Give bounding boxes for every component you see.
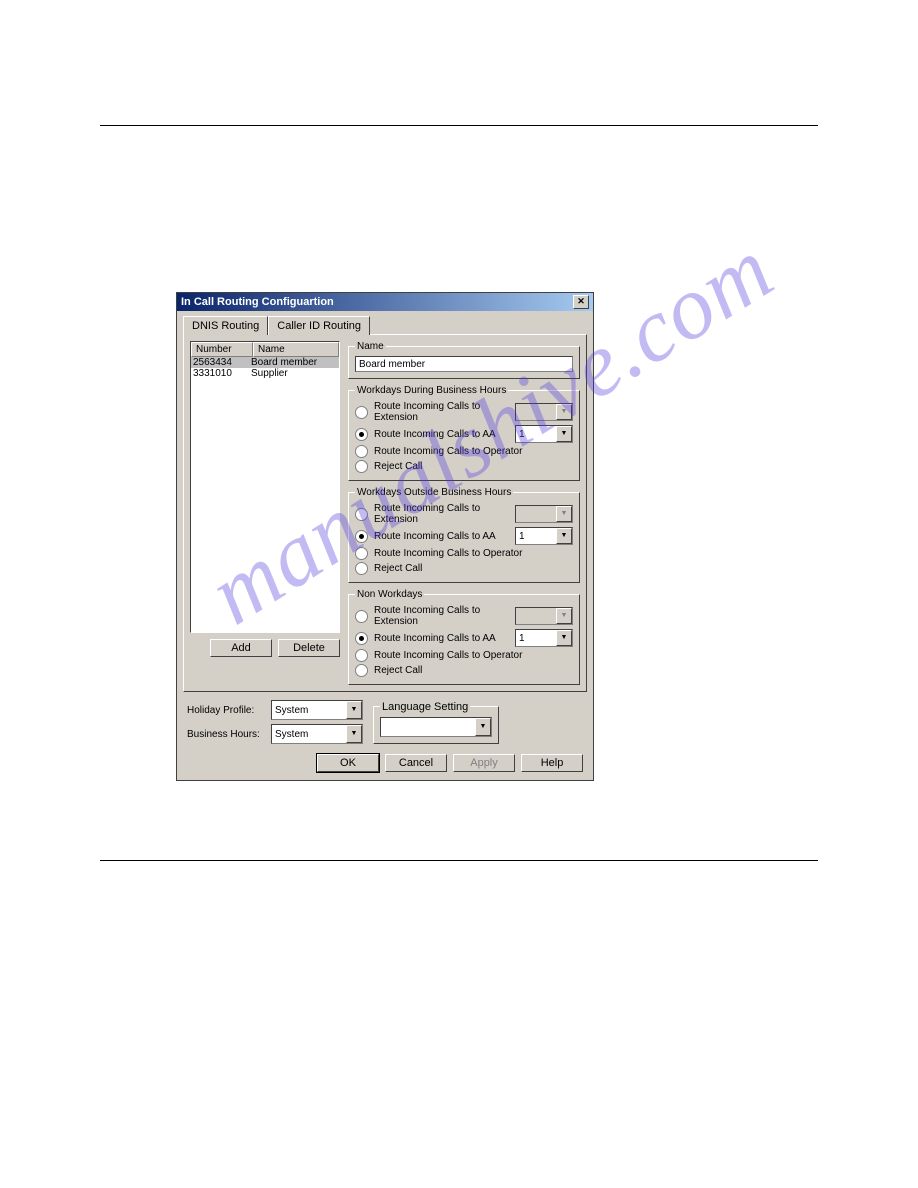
radio-ext-label: Route Incoming Calls to Extension [374, 401, 509, 423]
add-button[interactable]: Add [210, 639, 272, 657]
business-hours-label: Business Hours: [187, 729, 267, 740]
tab-strip: DNIS Routing Caller ID Routing [183, 315, 587, 334]
group-non-workdays: Non Workdays Route Incoming Calls to Ext… [348, 589, 580, 685]
ext-combo[interactable]: ▼ [515, 607, 573, 625]
chevron-down-icon: ▼ [346, 725, 362, 743]
ext-combo[interactable]: ▼ [515, 505, 573, 523]
ext-combo[interactable]: ▼ [515, 403, 573, 421]
tab-caller-id-routing[interactable]: Caller ID Routing [268, 316, 370, 335]
radio-ext[interactable] [355, 406, 368, 419]
group-legend: Workdays Outside Business Hours [355, 487, 513, 498]
name-input[interactable] [355, 356, 573, 372]
chevron-down-icon: ▼ [556, 630, 572, 646]
cancel-button[interactable]: Cancel [385, 754, 447, 772]
aa-combo[interactable]: 1▼ [515, 527, 573, 545]
chevron-down-icon: ▼ [556, 404, 572, 420]
group-language-setting: Language Setting ▼ [373, 701, 499, 744]
radio-reject[interactable] [355, 562, 368, 575]
caller-list[interactable]: Number Name 2563434 Board member 3331010… [190, 341, 340, 633]
radio-ext[interactable] [355, 508, 368, 521]
list-item[interactable]: 2563434 Board member [191, 357, 339, 368]
cell-name: Supplier [251, 368, 337, 379]
business-hours-combo[interactable]: System▼ [271, 724, 363, 744]
group-legend: Non Workdays [355, 589, 424, 600]
list-item[interactable]: 3331010 Supplier [191, 368, 339, 379]
radio-reject[interactable] [355, 460, 368, 473]
radio-reject[interactable] [355, 664, 368, 677]
radio-aa[interactable] [355, 428, 368, 441]
ok-button[interactable]: OK [317, 754, 379, 772]
close-icon[interactable]: ✕ [573, 295, 589, 309]
holiday-profile-combo[interactable]: System▼ [271, 700, 363, 720]
radio-operator-label: Route Incoming Calls to Operator [374, 446, 573, 457]
radio-operator[interactable] [355, 547, 368, 560]
help-button[interactable]: Help [521, 754, 583, 772]
cell-number: 2563434 [193, 357, 251, 368]
page-rule-top [100, 125, 818, 126]
chevron-down-icon: ▼ [346, 701, 362, 719]
radio-aa[interactable] [355, 530, 368, 543]
tab-dnis-routing[interactable]: DNIS Routing [183, 316, 268, 335]
radio-reject-label: Reject Call [374, 461, 573, 472]
radio-ext[interactable] [355, 610, 368, 623]
radio-aa[interactable] [355, 632, 368, 645]
aa-combo[interactable]: 1▼ [515, 629, 573, 647]
chevron-down-icon: ▼ [556, 608, 572, 624]
radio-operator[interactable] [355, 445, 368, 458]
dialog-in-call-routing: In Call Routing Configuartion ✕ DNIS Rou… [176, 292, 594, 781]
language-legend: Language Setting [380, 701, 470, 713]
radio-aa-label: Route Incoming Calls to AA [374, 429, 509, 440]
group-legend: Workdays During Business Hours [355, 385, 508, 396]
cell-number: 3331010 [193, 368, 251, 379]
radio-operator[interactable] [355, 649, 368, 662]
apply-button[interactable]: Apply [453, 754, 515, 772]
col-header-name[interactable]: Name [253, 342, 339, 357]
aa-combo[interactable]: 1▼ [515, 425, 573, 443]
dialog-title: In Call Routing Configuartion [181, 296, 334, 308]
cell-name: Board member [251, 357, 337, 368]
chevron-down-icon: ▼ [556, 528, 572, 544]
tab-panel: Number Name 2563434 Board member 3331010… [183, 334, 587, 692]
chevron-down-icon: ▼ [556, 426, 572, 442]
group-workdays-business: Workdays During Business Hours Route Inc… [348, 385, 580, 481]
chevron-down-icon: ▼ [556, 506, 572, 522]
col-header-number[interactable]: Number [191, 342, 253, 357]
chevron-down-icon: ▼ [475, 718, 491, 736]
group-name: Name [348, 341, 580, 379]
delete-button[interactable]: Delete [278, 639, 340, 657]
group-workdays-outside: Workdays Outside Business Hours Route In… [348, 487, 580, 583]
language-combo[interactable]: ▼ [380, 717, 492, 737]
group-name-legend: Name [355, 341, 386, 352]
holiday-profile-label: Holiday Profile: [187, 705, 267, 716]
titlebar: In Call Routing Configuartion ✕ [177, 293, 593, 311]
page-rule-bottom [100, 860, 818, 861]
